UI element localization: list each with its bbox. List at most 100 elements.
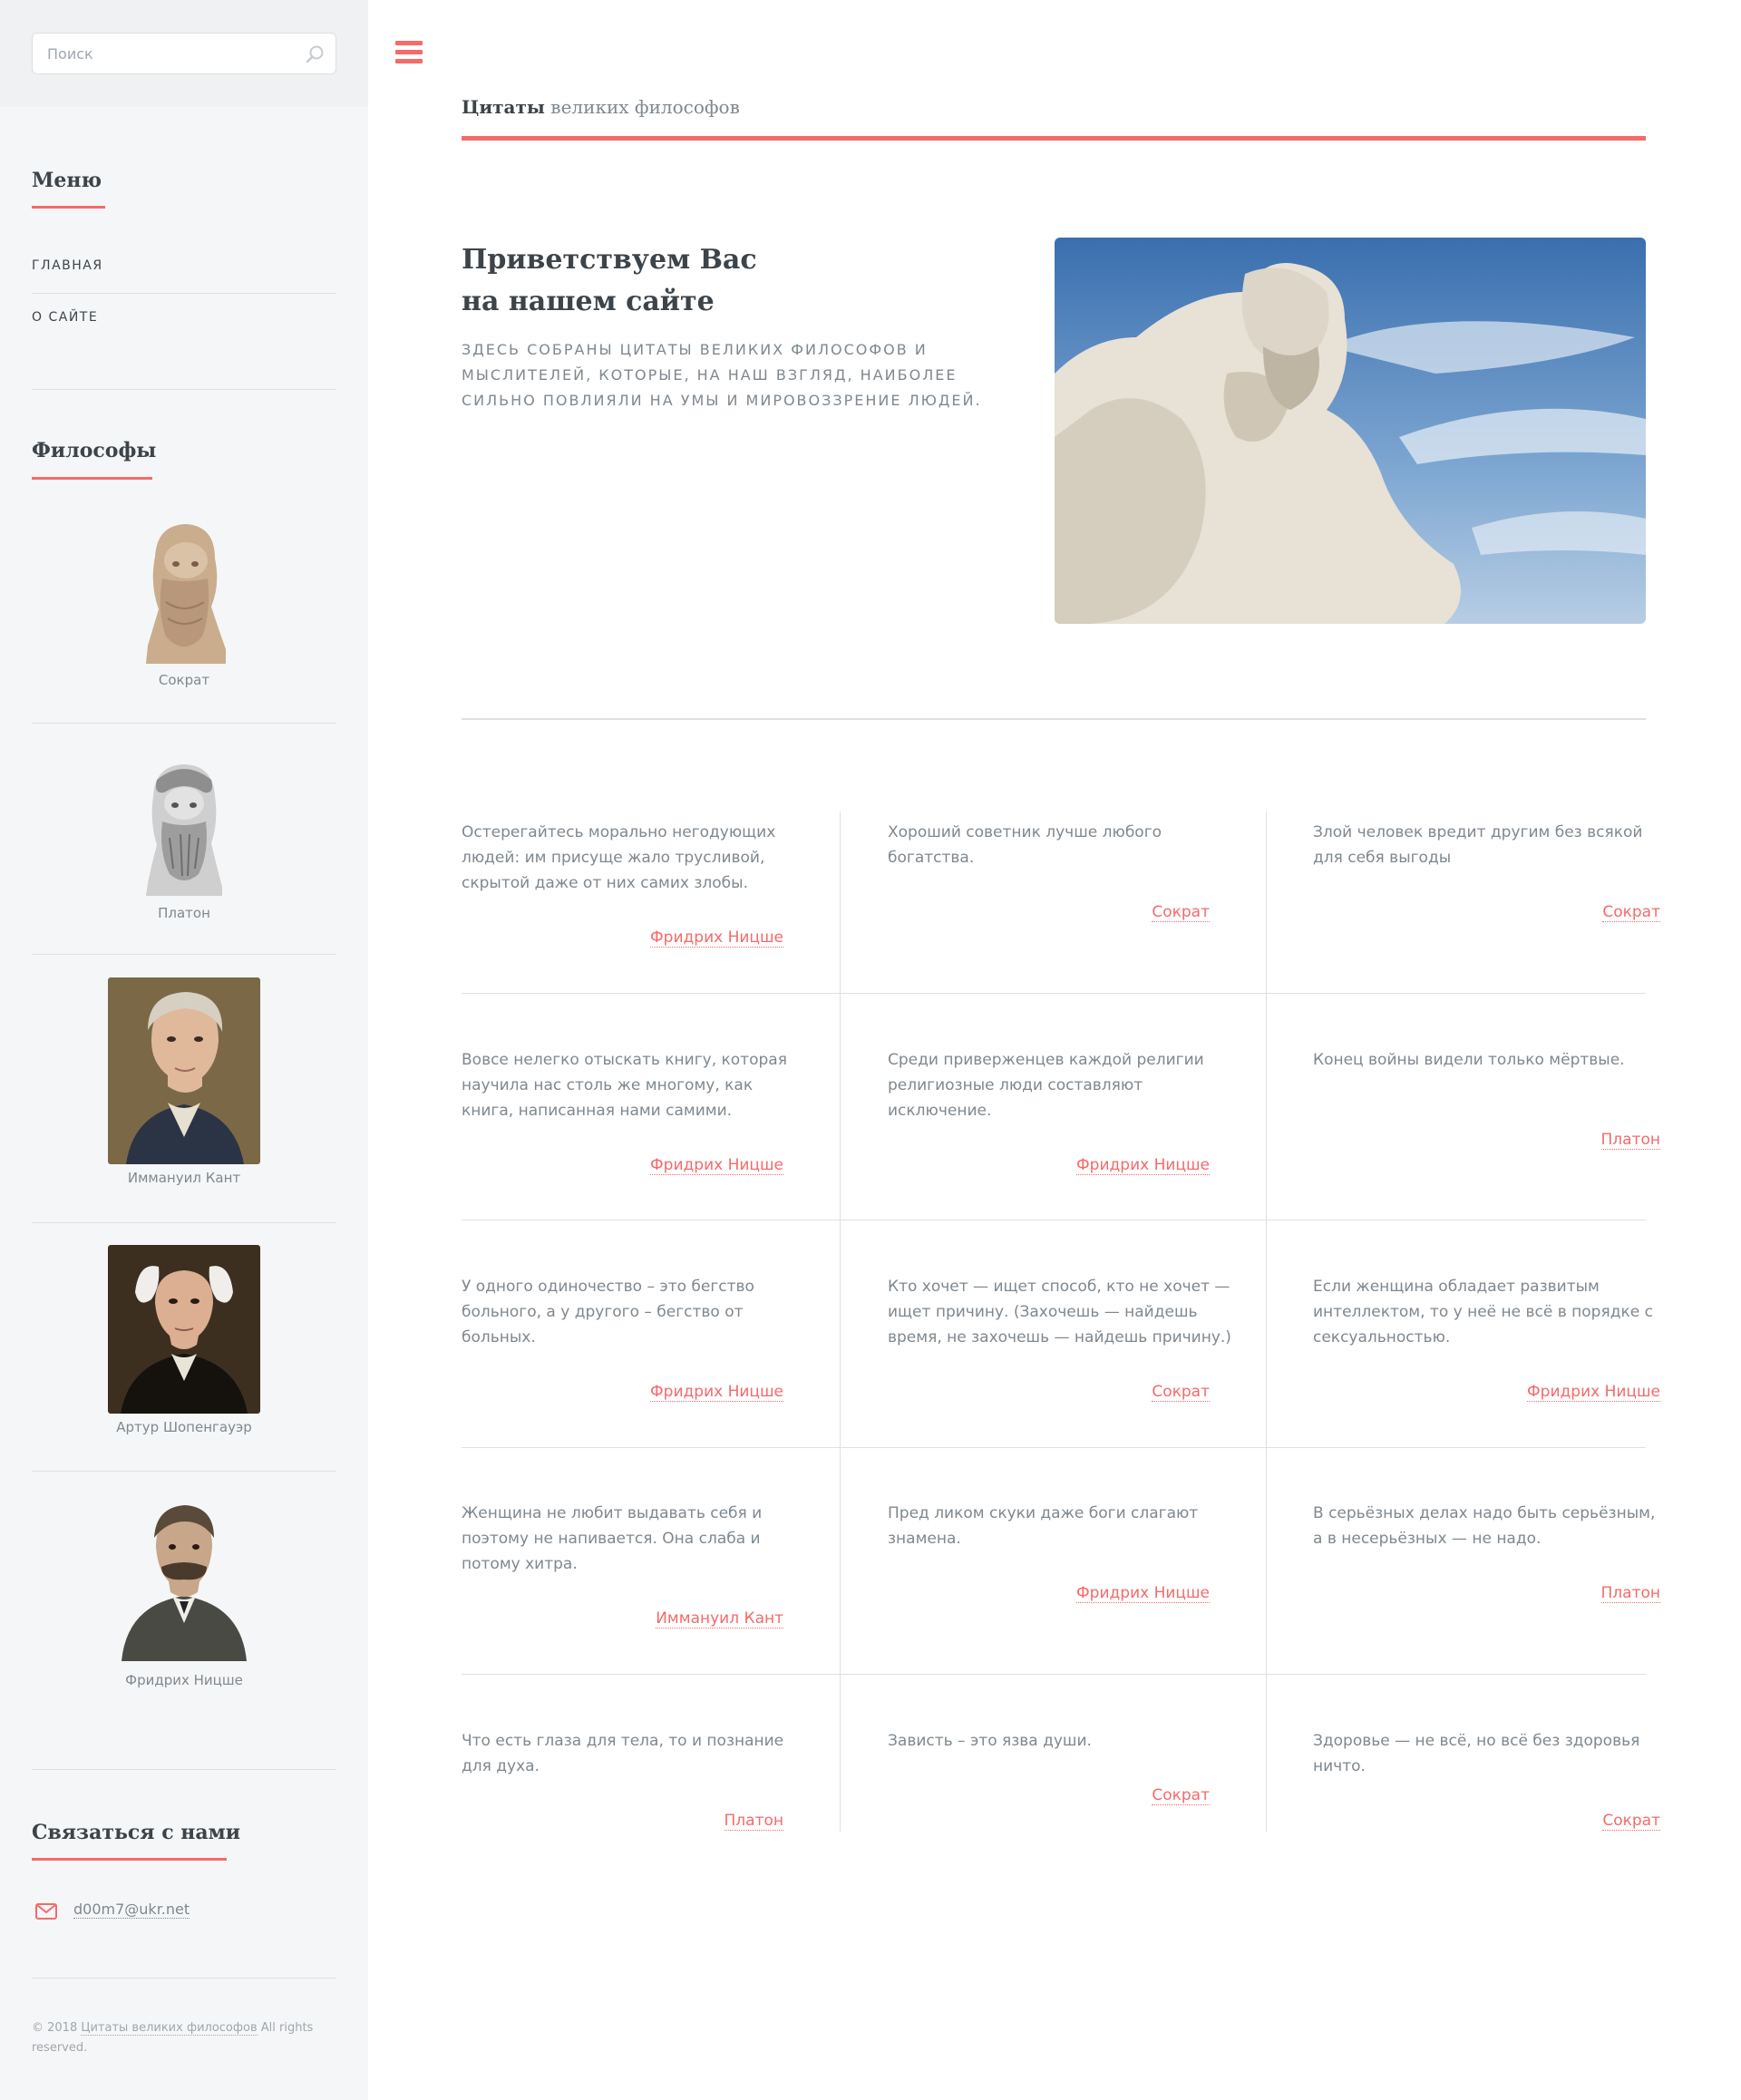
quote-card: Если женщина обладает развитым интеллект… [1313, 1274, 1660, 1437]
quote-text: Если женщина обладает развитым интеллект… [1313, 1278, 1653, 1347]
quote-card: Остерегайтесь морально негодующих людей:… [462, 820, 806, 983]
search-section [0, 0, 368, 107]
quote-text: Пред ликом скуки даже боги слагают знаме… [888, 1504, 1199, 1548]
quote-card: Пред ликом скуки даже боги слагают знаме… [888, 1501, 1232, 1664]
banner-title: Приветствуем Вас на нашем сайте [462, 239, 757, 323]
copyright-footer: © 2018 Цитаты великих философов All righ… [32, 2018, 336, 2058]
quote-card: У одного одиночество – это бегство больн… [462, 1274, 806, 1437]
quote-author-link[interactable]: Фридрих Ницше [650, 1156, 783, 1175]
section-divider [32, 389, 336, 390]
quote-card: Хороший советник лучше любого богатства.… [888, 820, 1232, 983]
quote-author-link[interactable]: Сократ [1152, 903, 1210, 922]
philosopher-name: Иммануил Кант [127, 1170, 241, 1186]
quote-author-link[interactable]: Сократ [1152, 1786, 1210, 1805]
kant-portrait-image [108, 977, 260, 1164]
philosopher-divider [32, 1471, 336, 1472]
quote-card: Что есть глаза для тела, то и познание д… [462, 1728, 806, 1891]
quote-text: Кто хочет — ищет способ, кто не хочет — … [888, 1278, 1231, 1347]
quote-author-link[interactable]: Иммануил Кант [656, 1609, 783, 1628]
site-title[interactable]: Цитаты великих философов [462, 96, 740, 118]
philosopher-name: Сократ [158, 672, 210, 688]
content-divider [462, 718, 1646, 720]
quote-card: Кто хочет — ищет способ, кто не хочет — … [888, 1274, 1232, 1437]
quote-card: Конец войны видели только мёртвые. Платон [1313, 1047, 1660, 1210]
quote-card: Злой человек вредит другим без всякой дл… [1313, 820, 1660, 983]
header-underline [462, 136, 1646, 141]
banner-title-line2: на нашем сайте [462, 286, 715, 317]
contact-email-row: d00m7@ukr.net [32, 1898, 336, 1925]
philosopher-nietzsche[interactable]: Фридрих Ницше [32, 1498, 336, 1697]
statue-banner-image [1055, 238, 1646, 624]
philosopher-plato[interactable]: Платон [32, 762, 336, 925]
philosopher-kant[interactable]: Иммануил Кант [32, 977, 336, 1186]
schopenhauer-portrait-image [108, 1245, 260, 1414]
philosopher-name: Фридрих Ницше [125, 1672, 243, 1688]
quote-text: У одного одиночество – это бегство больн… [462, 1278, 754, 1347]
quote-card: Вовсе нелегко отыскать книгу, которая на… [462, 1047, 806, 1210]
philosopher-divider [32, 954, 336, 955]
quote-author-link[interactable]: Платон [724, 1812, 783, 1831]
quote-card: Зависть – это язва души. Сократ [888, 1728, 1232, 1891]
quote-text: Вовсе нелегко отыскать книгу, которая на… [462, 1051, 787, 1120]
philosopher-schopenhauer[interactable]: Артур Шопенгауэр [32, 1245, 336, 1444]
quote-author-link[interactable]: Фридрих Ницше [650, 928, 783, 948]
quote-author-link[interactable]: Платон [1600, 1584, 1660, 1603]
philosophers-heading: Философы [32, 439, 157, 462]
socrates-bust-image [146, 524, 226, 664]
email-link[interactable]: d00m7@ukr.net [73, 1901, 190, 1919]
footer-site-link[interactable]: Цитаты великих философов [81, 2021, 258, 2036]
philosopher-divider [32, 1222, 336, 1223]
philosophers-heading-underline [32, 477, 152, 480]
quote-author-link[interactable]: Сократ [1152, 1383, 1210, 1402]
mail-icon [35, 1903, 57, 1920]
copyright-prefix: © 2018 [32, 2021, 82, 2035]
menu-item-home[interactable]: Главная [32, 258, 336, 273]
quote-text: Остерегайтесь морально негодующих людей:… [462, 823, 776, 892]
quote-text: Среди приверженцев каждой религии религи… [888, 1051, 1204, 1120]
search-field[interactable] [32, 33, 336, 74]
hamburger-icon[interactable] [395, 41, 423, 64]
plato-bust-image [146, 764, 222, 896]
site-title-rest: великих философов [544, 96, 740, 118]
quote-text: Женщина не любит выдавать себя и поэтому… [462, 1504, 763, 1573]
quote-text: В серьёзных делах надо быть серьёзным, а… [1313, 1504, 1656, 1548]
grid-row-divider [462, 1447, 1646, 1448]
main-content: Цитаты великих философов Приветствуем Ва… [368, 0, 1741, 2100]
quote-author-link[interactable]: Сократ [1602, 1812, 1660, 1831]
site-title-bold: Цитаты [462, 96, 545, 118]
grid-column-divider [840, 812, 841, 1832]
menu-heading-underline [32, 206, 105, 209]
quote-author-link[interactable]: Сократ [1602, 903, 1660, 922]
quote-author-link[interactable]: Фридрих Ницше [1076, 1584, 1210, 1603]
quote-author-link[interactable]: Платон [1600, 1131, 1660, 1150]
quote-author-link[interactable]: Фридрих Ницше [1527, 1383, 1660, 1402]
quote-card: В серьёзных делах надо быть серьёзным, а… [1313, 1501, 1660, 1664]
quote-text: Здоровье — не всё, но всё без здоровья н… [1313, 1732, 1640, 1775]
quote-text: Злой человек вредит другим без всякой дл… [1313, 823, 1643, 867]
grid-column-divider [1266, 812, 1267, 1832]
sidebar: Меню Главная О сайте Философы Сократ Пла… [0, 0, 368, 2100]
quote-text: Конец войны видели только мёртвые. [1313, 1051, 1625, 1069]
search-icon[interactable] [305, 44, 325, 64]
quote-author-link[interactable]: Фридрих Ницше [650, 1383, 783, 1402]
menu-divider [32, 293, 336, 294]
philosopher-divider [32, 723, 336, 724]
menu-item-about[interactable]: О сайте [32, 310, 336, 325]
quote-card: Среди приверженцев каждой религии религи… [888, 1047, 1232, 1210]
section-divider [32, 1769, 336, 1770]
quote-text: Зависть – это язва души. [888, 1732, 1092, 1750]
grid-row-divider [462, 993, 1646, 994]
quote-card: Женщина не любит выдавать себя и поэтому… [462, 1501, 806, 1664]
quote-card: Здоровье — не всё, но всё без здоровья н… [1313, 1728, 1660, 1891]
banner-title-line1: Приветствуем Вас [462, 244, 757, 276]
quote-author-link[interactable]: Фридрих Ницше [1076, 1156, 1210, 1175]
menu-heading: Меню [32, 169, 102, 192]
contact-heading: Связаться с нами [32, 1821, 241, 1844]
quote-text: Что есть глаза для тела, то и познание д… [462, 1732, 784, 1775]
philosopher-socrates[interactable]: Сократ [32, 520, 336, 702]
grid-row-divider [462, 1674, 1646, 1675]
search-input[interactable] [33, 34, 287, 73]
quote-text: Хороший советник лучше любого богатства. [888, 823, 1162, 867]
philosopher-name: Артур Шопенгауэр [116, 1419, 252, 1435]
philosopher-name: Платон [158, 905, 210, 921]
